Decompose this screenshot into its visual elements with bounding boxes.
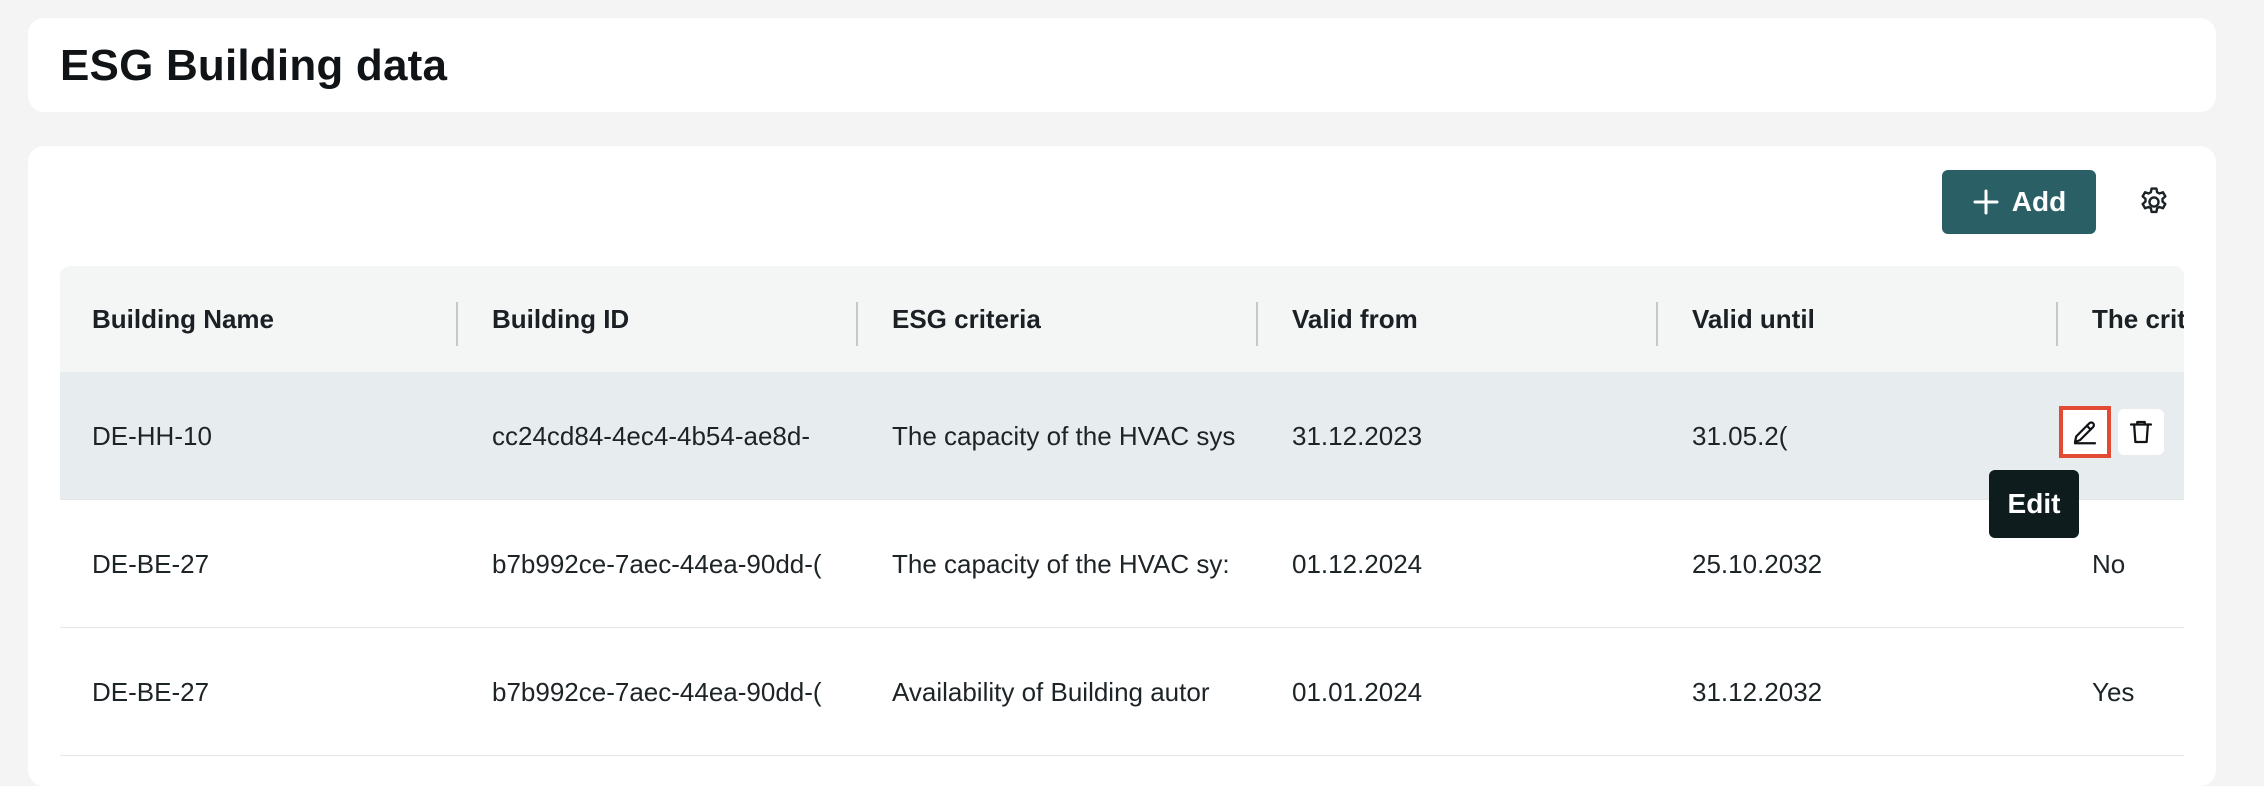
edit-tooltip: Edit (1989, 470, 2079, 538)
column-header-building-name[interactable]: Building Name (92, 266, 452, 372)
cell-building-id: b7b992ce-7aec-44ea-90dd-( (492, 676, 822, 707)
cell-valid-from: 01.12.2024 (1292, 548, 1423, 579)
table-row[interactable]: DE-BE-27 b7b992ce-7aec-44ea-90dd-( The c… (60, 500, 2184, 628)
table-row[interactable]: DE-HH-10 cc24cd84-4ec4-4b54-ae8d- The ca… (60, 372, 2184, 500)
cell-valid-until: 31.05.2( (1692, 420, 1788, 451)
cell-building-name: DE-HH-10 (92, 420, 212, 451)
pencil-icon (2070, 417, 2100, 447)
column-resize-handle[interactable] (456, 302, 458, 346)
column-header-criteria-met[interactable]: The crit (2092, 266, 2184, 372)
add-button[interactable]: Add (1942, 170, 2096, 234)
column-resize-handle[interactable] (856, 302, 858, 346)
column-resize-handle[interactable] (1656, 302, 1658, 346)
cell-valid-from: 01.01.2024 (1292, 676, 1423, 707)
column-header-building-id[interactable]: Building ID (492, 266, 852, 372)
trash-icon (2126, 417, 2156, 447)
main-card: Add Building Name Building ID ESG criter… (28, 146, 2216, 786)
cell-esg-criteria: The capacity of the HVAC sys (892, 420, 1236, 451)
page-title: ESG Building data (60, 41, 448, 90)
column-header-valid-from[interactable]: Valid from (1292, 266, 1652, 372)
cell-esg-criteria: Availability of Building autor (892, 676, 1210, 707)
cell-building-id: cc24cd84-4ec4-4b54-ae8d- (492, 420, 810, 451)
edit-row-button[interactable] (2059, 406, 2111, 458)
settings-button[interactable] (2132, 180, 2176, 224)
cell-criteria-met: No (2092, 548, 2126, 579)
table-header: Building Name Building ID ESG criteria V… (60, 266, 2184, 372)
column-header-esg-criteria[interactable]: ESG criteria (892, 266, 1252, 372)
delete-row-button[interactable] (2118, 409, 2164, 455)
cell-building-id: b7b992ce-7aec-44ea-90dd-( (492, 548, 822, 579)
gear-icon (2137, 185, 2171, 219)
add-button-label: Add (2011, 186, 2067, 217)
column-resize-handle[interactable] (2056, 302, 2058, 346)
cell-esg-criteria: The capacity of the HVAC sy: (892, 548, 1230, 579)
table-row[interactable]: DE-BE-27 b7b992ce-7aec-44ea-90dd-( Avail… (60, 628, 2184, 756)
plus-icon (1972, 188, 2000, 216)
cell-building-name: DE-BE-27 (92, 548, 210, 579)
cell-criteria-met: Yes (2092, 676, 2135, 707)
column-header-valid-until[interactable]: Valid until (1692, 266, 2052, 372)
cell-valid-until: 31.12.2032 (1692, 676, 1823, 707)
title-card: ESG Building data (28, 18, 2216, 112)
cell-valid-from: 31.12.2023 (1292, 420, 1423, 451)
esg-building-table: Building Name Building ID ESG criteria V… (60, 266, 2184, 786)
column-resize-handle[interactable] (1256, 302, 1258, 346)
cell-building-name: DE-BE-27 (92, 676, 210, 707)
